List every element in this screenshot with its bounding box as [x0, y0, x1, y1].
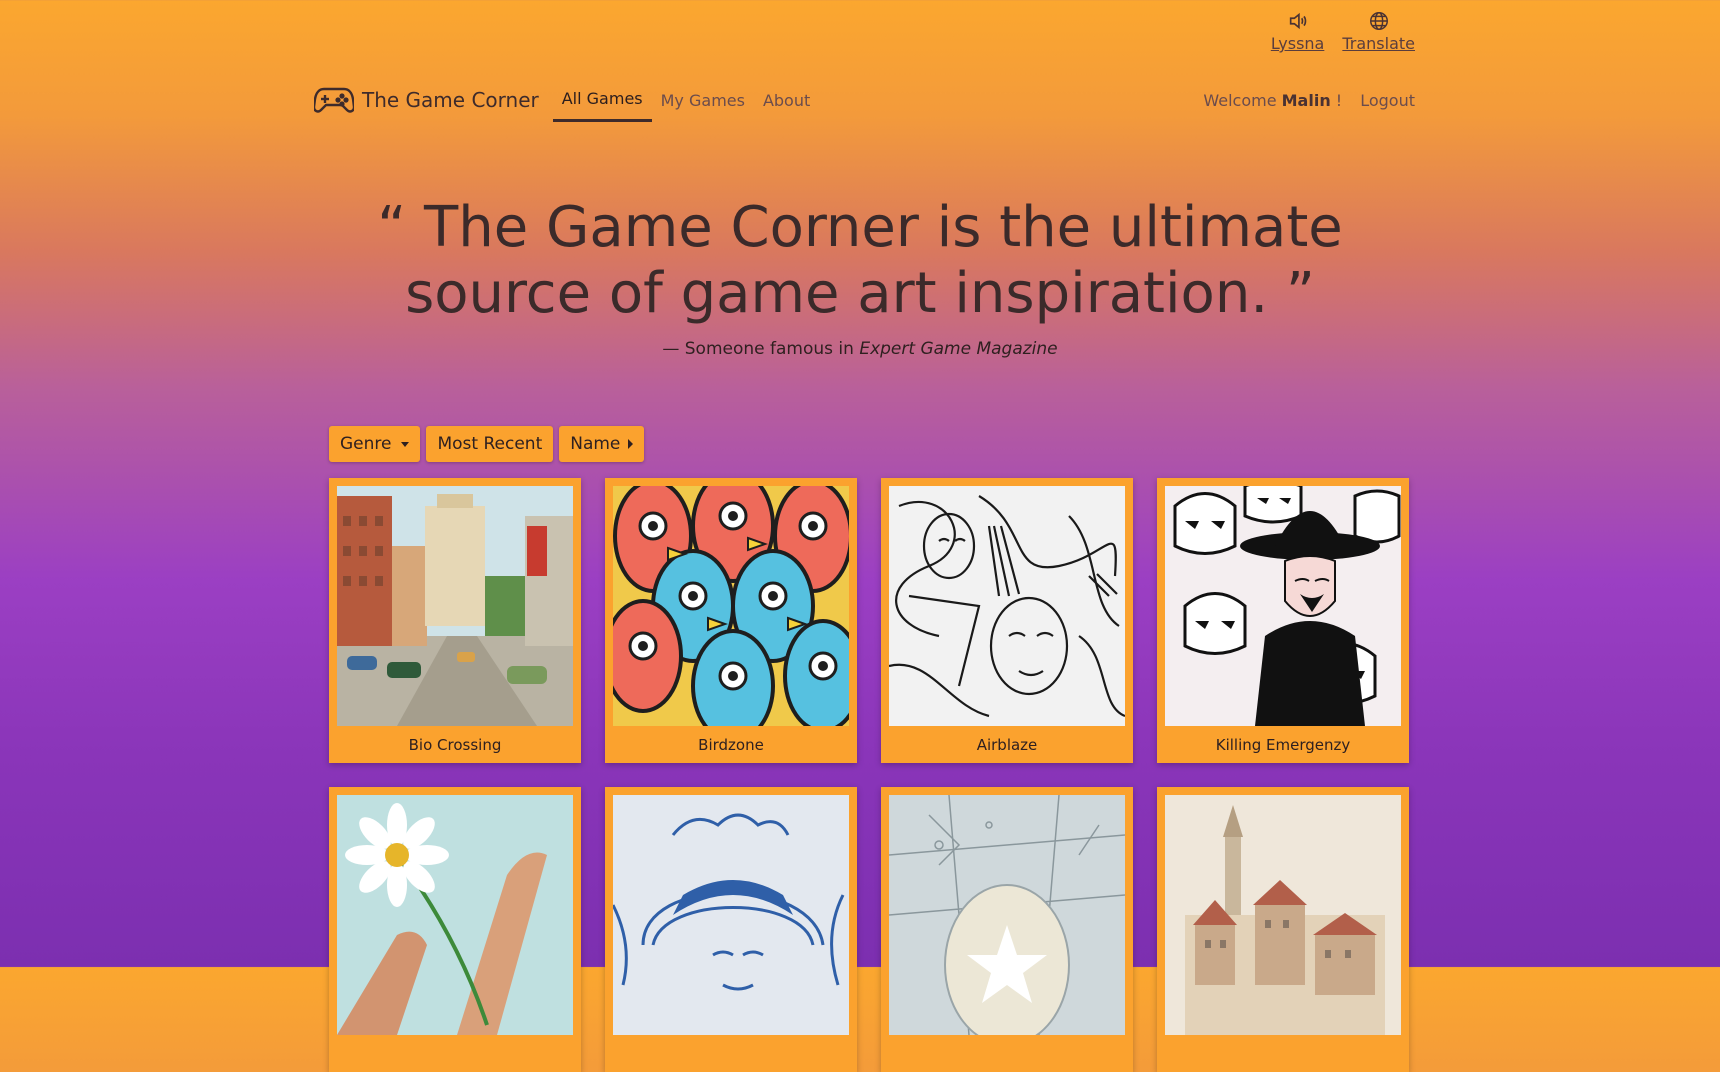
game-title: Airblaze — [976, 736, 1038, 754]
caret-right-icon — [628, 439, 634, 449]
translate-button[interactable]: Translate — [1342, 10, 1415, 53]
attribution-source: Expert Game Magazine — [859, 339, 1058, 359]
nav-link-all-games[interactable]: All Games — [552, 78, 652, 122]
welcome-message: Welcome Malin ! — [1203, 91, 1342, 110]
speaker-icon — [1289, 12, 1306, 30]
game-thumbnail — [613, 795, 849, 1035]
user-area: Welcome Malin ! Logout — [1203, 91, 1415, 110]
most-recent-label: Most Recent — [437, 434, 543, 454]
nav-link-about[interactable]: About — [754, 78, 819, 122]
logout-link[interactable]: Logout — [1360, 91, 1415, 110]
stormtroopers-image — [1165, 486, 1401, 726]
most-recent-button[interactable]: Most Recent — [426, 426, 554, 462]
star-map-image — [889, 795, 1125, 1035]
street-scene-image — [337, 486, 573, 726]
game-thumbnail — [337, 486, 573, 726]
hero-quote: “ The Game Corner is the ultimate source… — [377, 195, 1343, 326]
globe-icon — [1369, 12, 1388, 30]
colorful-birds-image — [613, 486, 849, 726]
welcome-prefix: Welcome — [1203, 90, 1277, 110]
game-card[interactable] — [881, 787, 1133, 1072]
nav-links: All Games My Games About — [552, 78, 820, 122]
watercolor-town-image — [1165, 795, 1401, 1035]
welcome-suffix: ! — [1335, 90, 1343, 110]
game-thumbnail — [1165, 486, 1401, 726]
game-thumbnail — [613, 486, 849, 726]
name-label: Name — [570, 434, 621, 454]
blue-portrait-image — [613, 795, 849, 1035]
username: Malin — [1281, 90, 1331, 110]
translate-label: Translate — [1342, 34, 1415, 53]
game-thumbnail — [889, 486, 1125, 726]
navbar: The Game Corner All Games My Games About… — [314, 78, 1415, 122]
game-card[interactable]: Killing Emergenzy — [1157, 478, 1409, 763]
genre-label: Genre — [340, 434, 392, 454]
game-thumbnail — [337, 795, 573, 1035]
gamepad-icon — [314, 87, 354, 113]
listen-button[interactable]: Lyssna — [1270, 10, 1325, 53]
listen-label: Lyssna — [1270, 34, 1325, 53]
attribution-prefix: — Someone famous in — [662, 339, 854, 359]
nav-link-my-games[interactable]: My Games — [652, 78, 754, 122]
game-card[interactable]: Bio Crossing — [329, 478, 581, 763]
games-grid: Bio Crossing Birdzone Airblaze Killing E… — [329, 478, 1409, 1072]
brand-link[interactable]: The Game Corner — [314, 84, 539, 116]
brand-name: The Game Corner — [362, 88, 539, 112]
hero-attribution: — Someone famous in Expert Game Magazine — [0, 339, 1720, 359]
game-card[interactable] — [329, 787, 581, 1072]
genre-dropdown[interactable]: Genre — [329, 426, 421, 462]
accessibility-bar: Lyssna Translate — [1271, 10, 1415, 53]
game-card[interactable]: Birdzone — [605, 478, 857, 763]
caret-down-icon — [401, 441, 410, 447]
game-title: Birdzone — [698, 736, 764, 754]
game-card[interactable] — [1157, 787, 1409, 1072]
hands-daisy-image — [337, 795, 573, 1035]
game-thumbnail — [1165, 795, 1401, 1035]
line-art-faces-image — [889, 486, 1125, 726]
filter-bar: Genre Most Recent Name — [329, 426, 645, 462]
game-card[interactable]: Airblaze — [881, 478, 1133, 763]
hero-section: “ The Game Corner is the ultimate source… — [0, 195, 1720, 359]
game-title: Bio Crossing — [408, 736, 502, 754]
name-sort-button[interactable]: Name — [559, 426, 645, 462]
game-card[interactable] — [605, 787, 857, 1072]
game-thumbnail — [889, 795, 1125, 1035]
game-title: Killing Emergenzy — [1215, 736, 1351, 754]
